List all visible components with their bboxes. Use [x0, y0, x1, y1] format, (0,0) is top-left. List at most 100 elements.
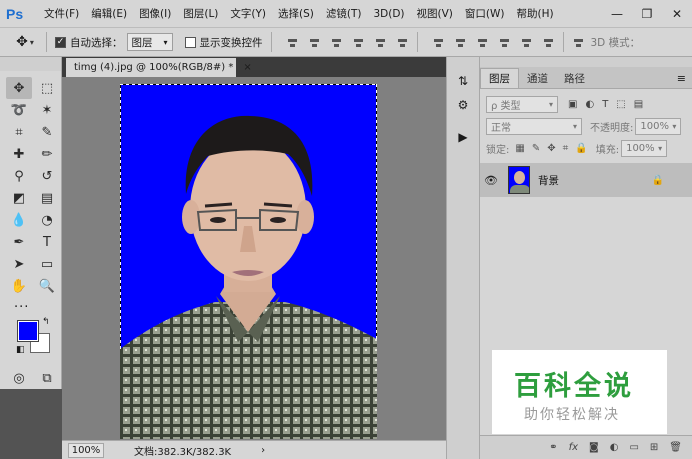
lock-transparency-icon[interactable]: ▦	[515, 143, 524, 154]
status-menu-arrow-icon[interactable]: ›	[261, 445, 265, 456]
filter-shape-icon[interactable]: ⬚	[616, 99, 625, 110]
layer-filter-row: ρ 类型 ▾ ▣ ◐ T ⬚ ▤	[480, 93, 692, 115]
tab-channels[interactable]: 通道	[519, 68, 556, 88]
foreground-color-swatch[interactable]	[17, 320, 39, 342]
lock-artboard-icon[interactable]: ⌗	[563, 143, 569, 154]
minimize-button[interactable]: —	[602, 4, 632, 24]
distribute-left-icon[interactable]	[498, 36, 511, 49]
dodge-tool-icon[interactable]: ◔	[34, 209, 60, 231]
actions-play-icon[interactable]: ▶	[451, 127, 475, 147]
menu-view[interactable]: 视图(V)	[411, 6, 459, 21]
history-panel-icon[interactable]: ⇅	[451, 71, 475, 91]
menu-3d[interactable]: 3D(D)	[367, 8, 410, 20]
eyedropper-tool-icon[interactable]: ✎	[34, 121, 60, 143]
brush-tool-icon[interactable]: ✏	[34, 143, 60, 165]
menu-window[interactable]: 窗口(W)	[459, 6, 511, 21]
blur-tool-icon[interactable]: 💧	[6, 209, 32, 231]
type-tool-icon[interactable]: T	[34, 231, 60, 253]
move-tool-preset-icon[interactable]: ✥ ▾	[12, 31, 38, 53]
filter-smart-icon[interactable]: ▤	[634, 99, 643, 110]
history-brush-tool-icon[interactable]: ↺	[34, 165, 60, 187]
hand-tool-icon[interactable]: ✋	[6, 275, 32, 297]
canvas-area[interactable]	[62, 77, 446, 440]
distribute-vcenter-icon[interactable]	[454, 36, 467, 49]
new-layer-icon[interactable]: ⊞	[650, 442, 658, 453]
3d-mode-label: 3D 模式：	[590, 36, 641, 49]
move-tool-icon[interactable]: ✥	[6, 77, 32, 99]
layer-lock-icon[interactable]: 🔒	[652, 175, 664, 186]
more-tools-icon[interactable]: ···	[6, 297, 60, 317]
link-icon[interactable]: ⚭	[549, 442, 557, 453]
opacity-field[interactable]: 100% ▾	[635, 117, 682, 135]
close-button[interactable]: ✕	[662, 4, 692, 24]
fx-icon[interactable]: fx	[569, 442, 578, 453]
filter-pixel-icon[interactable]: ▣	[568, 99, 577, 110]
adjustment-icon[interactable]: ◐	[610, 442, 619, 453]
eraser-tool-icon[interactable]: ◩	[6, 187, 32, 209]
quick-mask-icon[interactable]: ◎	[6, 367, 32, 389]
menu-edit[interactable]: 编辑(E)	[85, 6, 133, 21]
distribute-top-icon[interactable]	[432, 36, 445, 49]
layer-thumbnail	[508, 166, 530, 194]
filter-adjustment-icon[interactable]: ◐	[585, 99, 594, 110]
blend-mode-dropdown[interactable]: 正常 ▾	[486, 117, 582, 135]
properties-panel-icon[interactable]: ⚙	[451, 95, 475, 115]
tab-layers[interactable]: 图层	[480, 68, 519, 88]
align-bottom-icon[interactable]	[330, 36, 343, 49]
document-tab[interactable]: timg (4).jpg @ 100%(RGB/8#) * ×	[66, 58, 252, 77]
visibility-eye-icon[interactable]: 👁	[480, 174, 502, 187]
align-right-icon[interactable]	[396, 36, 409, 49]
tab-paths[interactable]: 路径	[556, 68, 593, 88]
auto-align-icon[interactable]	[572, 36, 585, 49]
close-tab-icon[interactable]: ×	[243, 62, 251, 73]
lock-pixels-icon[interactable]: ✎	[532, 143, 540, 154]
layer-filter-dropdown[interactable]: ρ 类型 ▾	[486, 95, 558, 113]
clone-stamp-tool-icon[interactable]: ⚲	[6, 165, 32, 187]
menu-select[interactable]: 选择(S)	[272, 6, 320, 21]
pen-tool-icon[interactable]: ✒	[6, 231, 32, 253]
chevron-down-icon: ▾	[572, 121, 577, 131]
menu-filter[interactable]: 滤镜(T)	[320, 6, 368, 21]
distribute-right-icon[interactable]	[542, 36, 555, 49]
trash-icon[interactable]: 🗑	[669, 442, 682, 453]
align-top-icon[interactable]	[286, 36, 299, 49]
panel-menu-icon[interactable]: ≡	[677, 72, 686, 85]
zoom-tool-icon[interactable]: 🔍	[34, 275, 60, 297]
fill-field[interactable]: 100% ▾	[621, 139, 668, 157]
restore-button[interactable]: ❐	[632, 4, 662, 24]
menu-layer[interactable]: 图层(L)	[177, 6, 224, 21]
distribute-bottom-icon[interactable]	[476, 36, 489, 49]
selection-marquee-right	[376, 84, 377, 339]
lasso-tool-icon[interactable]: ➰	[6, 99, 32, 121]
magic-wand-tool-icon[interactable]: ✶	[34, 99, 60, 121]
align-vcenter-icon[interactable]	[308, 36, 321, 49]
default-colors-icon[interactable]: ◧	[16, 345, 25, 355]
swap-colors-icon[interactable]: ↰	[42, 317, 50, 327]
lock-position-icon[interactable]: ✥	[547, 143, 555, 154]
menu-image[interactable]: 图像(I)	[133, 6, 177, 21]
show-transform-label: 显示变换控件	[199, 36, 263, 49]
distribute-hcenter-icon[interactable]	[520, 36, 533, 49]
screen-mode-icon[interactable]: ⧉	[34, 367, 60, 389]
folder-icon[interactable]: ▭	[629, 442, 638, 453]
layer-row-background[interactable]: 👁 背景 🔒	[480, 163, 692, 197]
gradient-tool-icon[interactable]: ▤	[34, 187, 60, 209]
menu-help[interactable]: 帮助(H)	[511, 6, 560, 21]
rectangle-tool-icon[interactable]: ▭	[34, 253, 60, 275]
lock-all-icon[interactable]: 🔒	[575, 143, 587, 154]
healing-brush-tool-icon[interactable]: ✚	[6, 143, 32, 165]
crop-tool-icon[interactable]: ⌗	[6, 121, 32, 143]
filter-type-icon[interactable]: T	[602, 99, 608, 110]
auto-select-target-dropdown[interactable]: 图层 ▾	[126, 33, 173, 51]
align-hcenter-icon[interactable]	[374, 36, 387, 49]
auto-select-checkbox[interactable]: ✓ 自动选择：	[55, 35, 123, 50]
align-left-icon[interactable]	[352, 36, 365, 49]
marquee-tool-icon[interactable]: ⬚	[34, 77, 60, 99]
mask-icon[interactable]: ◙	[589, 442, 599, 453]
menu-type[interactable]: 文字(Y)	[224, 6, 272, 21]
path-selection-tool-icon[interactable]: ➤	[6, 253, 32, 275]
document-image[interactable]	[120, 84, 377, 439]
zoom-level-field[interactable]: 100%	[68, 442, 104, 458]
show-transform-checkbox[interactable]: 显示变换控件	[184, 35, 263, 50]
menu-file[interactable]: 文件(F)	[38, 6, 85, 21]
